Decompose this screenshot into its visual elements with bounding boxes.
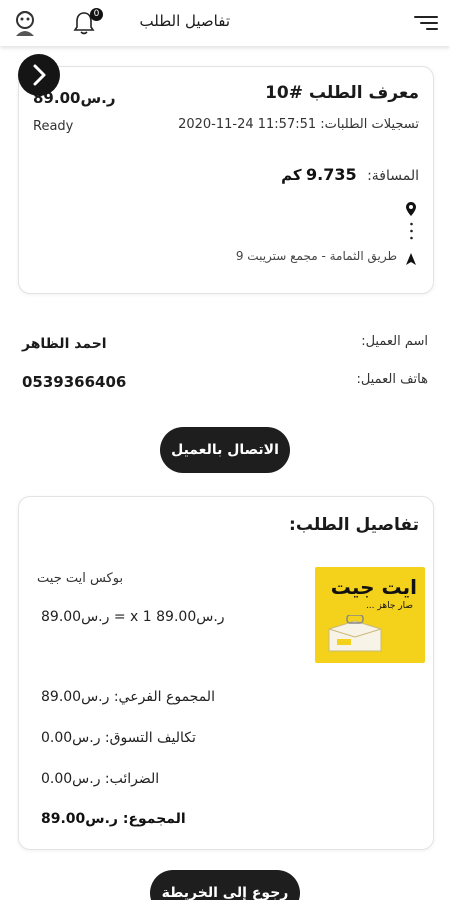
product-image-subtitle: صار جاهز ...: [365, 601, 413, 611]
customer-phone-value[interactable]: 0539366406: [22, 373, 126, 391]
distance-value: 9.735: [306, 165, 357, 184]
tax-row: الضرائب: ر.س0.00: [41, 771, 160, 787]
product-image-title: ايت جيت: [330, 575, 417, 599]
details-heading: تفاصيل الطلب:: [289, 515, 419, 535]
customer-phone-label: هاتف العميل:: [356, 372, 428, 387]
order-id: معرف الطلب #10: [265, 83, 419, 103]
customer-name-label: اسم العميل:: [361, 334, 428, 349]
distance-unit: كم: [281, 166, 302, 184]
order-summary-card: معرف الطلب #10 ر.س89.00 Ready تسجيلات ال…: [18, 66, 434, 294]
call-customer-button[interactable]: الاتصال بالعميل: [160, 427, 290, 473]
distance-label: المسافة:: [367, 168, 419, 184]
notification-badge: 0: [90, 8, 103, 21]
order-registration: تسجيلات الطلبات: 2020-11-24 11:57:51: [178, 117, 419, 132]
navigation-arrow-icon: [405, 251, 417, 265]
menu-icon[interactable]: [414, 14, 438, 32]
product-box-graphic: [328, 615, 382, 652]
item-line: ر.س89.00 x 1 = ر.س89.00: [41, 609, 225, 625]
registration-datetime: 2020-11-24 11:57:51: [178, 117, 317, 132]
registration-label: تسجيلات الطلبات:: [320, 117, 419, 132]
chevron-right-icon: [33, 64, 46, 86]
product-image: ايت جيت صار جاهز ...: [315, 567, 425, 663]
app-header: 0 تفاصيل الطلب: [0, 0, 450, 46]
customer-name-value: احمد الظاهر: [22, 336, 107, 352]
page-title: تفاصيل الطلب: [139, 12, 230, 30]
pickup-pin-icon: [405, 201, 417, 217]
order-status: Ready: [33, 119, 74, 134]
subtotal-row: المجموع الفرعي: ر.س89.00: [41, 689, 215, 705]
to-address: طريق الثمامة - مجمع ستريبت 9: [235, 249, 397, 263]
item-name: بوكس ايت جيت: [37, 571, 124, 586]
total-row: المجموع: ر.س89.00: [41, 811, 186, 827]
order-details-card: تفاصيل الطلب: بوكس ايت جيت ر.س89.00 x 1 …: [18, 496, 434, 850]
avatar-icon[interactable]: [12, 9, 38, 37]
distance-row: المسافة: 9.735 كم: [281, 165, 419, 184]
back-to-map-button[interactable]: رجوع إلى الخريطة: [150, 870, 300, 900]
next-arrow-button[interactable]: [18, 54, 60, 96]
shipping-row: تكاليف التسوق: ر.س0.00: [41, 730, 196, 746]
route-dots: [410, 222, 413, 242]
